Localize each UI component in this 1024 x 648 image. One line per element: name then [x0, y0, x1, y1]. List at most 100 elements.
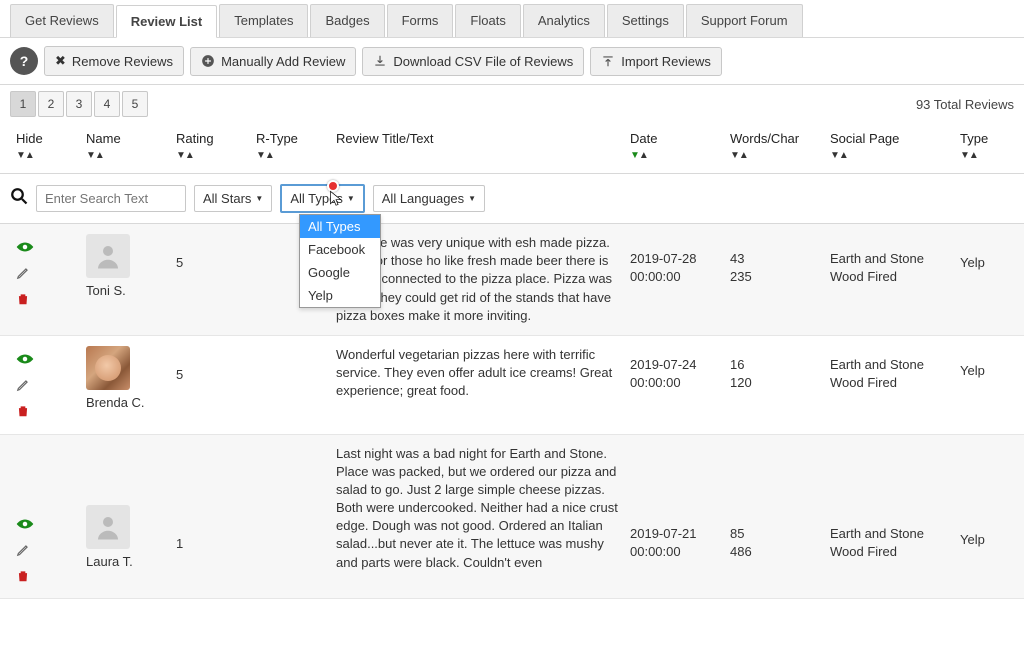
- tab-badges[interactable]: Badges: [310, 4, 384, 37]
- review-text: Wonderful vegetarian pizzas here with te…: [330, 346, 624, 401]
- rating-value: 5: [170, 234, 250, 272]
- col-hide[interactable]: Hide: [16, 131, 74, 146]
- word-count: 16: [730, 356, 818, 374]
- trash-icon[interactable]: [16, 292, 30, 312]
- col-words[interactable]: Words/Char: [730, 131, 818, 146]
- char-count: 486: [730, 543, 818, 561]
- eye-icon[interactable]: [16, 350, 34, 372]
- eye-icon[interactable]: [16, 515, 34, 537]
- review-type: Yelp: [954, 346, 1014, 380]
- sort-icon[interactable]: ▼▲: [960, 150, 1008, 161]
- add-review-button[interactable]: Manually Add Review: [190, 47, 356, 76]
- x-icon: ✖: [55, 53, 66, 69]
- filter-row: All Stars ▼ All Types ▼ All Languages ▼ …: [0, 174, 1024, 224]
- social-page: Earth and Stone Wood Fired: [824, 445, 954, 561]
- language-filter-label: All Languages: [382, 191, 464, 206]
- review-type: Yelp: [954, 234, 1014, 272]
- tab-review-list[interactable]: Review List: [116, 5, 218, 38]
- pencil-icon[interactable]: [16, 543, 30, 563]
- tab-floats[interactable]: Floats: [455, 4, 520, 37]
- toolbar: ? ✖ Remove Reviews Manually Add Review D…: [0, 38, 1024, 85]
- import-reviews-label: Import Reviews: [621, 54, 711, 69]
- avatar: [86, 505, 130, 549]
- col-title[interactable]: Review Title/Text: [336, 131, 618, 146]
- add-review-label: Manually Add Review: [221, 54, 345, 69]
- rtype-option-yelp[interactable]: Yelp: [300, 284, 380, 307]
- col-rtype[interactable]: R-Type: [256, 131, 324, 146]
- review-date: 2019-07-28 00:00:00: [624, 234, 724, 286]
- pencil-icon[interactable]: [16, 266, 30, 286]
- pencil-icon[interactable]: [16, 378, 30, 398]
- word-count: 43: [730, 250, 818, 268]
- chevron-down-icon: ▼: [347, 194, 355, 203]
- search-icon: [10, 187, 28, 210]
- language-filter-dropdown[interactable]: All Languages ▼: [373, 185, 485, 212]
- table-row: Laura T. 1 Last night was a bad night fo…: [0, 435, 1024, 600]
- page-1[interactable]: 1: [10, 91, 36, 117]
- sort-icon[interactable]: ▼▲: [830, 150, 948, 161]
- pager: 1 2 3 4 5: [10, 91, 148, 117]
- trash-icon[interactable]: [16, 404, 30, 424]
- remove-reviews-button[interactable]: ✖ Remove Reviews: [44, 46, 184, 76]
- table-row: Brenda C. 5 Wonderful vegetarian pizzas …: [0, 336, 1024, 435]
- pager-row: 1 2 3 4 5 93 Total Reviews: [0, 85, 1024, 123]
- download-icon: [373, 54, 387, 68]
- col-date[interactable]: Date: [630, 131, 718, 146]
- sort-icon[interactable]: ▼▲: [176, 150, 244, 161]
- table-row: Toni S. 5 his place was very unique with…: [0, 224, 1024, 336]
- sort-icon[interactable]: ▼▲: [730, 150, 818, 161]
- chevron-down-icon: ▼: [255, 194, 263, 203]
- main-tabs: Get Reviews Review List Templates Badges…: [0, 0, 1024, 38]
- search-input[interactable]: [36, 185, 186, 212]
- tab-get-reviews[interactable]: Get Reviews: [10, 4, 114, 37]
- page-5[interactable]: 5: [122, 91, 148, 117]
- rtype-option-google[interactable]: Google: [300, 261, 380, 284]
- eye-icon[interactable]: [16, 238, 34, 260]
- tab-templates[interactable]: Templates: [219, 4, 308, 37]
- total-reviews-text: 93 Total Reviews: [916, 97, 1014, 112]
- reviewer-name: Brenda C.: [86, 394, 164, 412]
- col-social[interactable]: Social Page: [830, 131, 948, 146]
- social-page: Earth and Stone Wood Fired: [824, 234, 954, 286]
- page-2[interactable]: 2: [38, 91, 64, 117]
- download-csv-label: Download CSV File of Reviews: [393, 54, 573, 69]
- rating-value: 1: [170, 445, 250, 553]
- chevron-down-icon: ▼: [468, 194, 476, 203]
- stars-filter-label: All Stars: [203, 191, 251, 206]
- sort-icon[interactable]: ▼▲: [86, 150, 164, 161]
- tab-settings[interactable]: Settings: [607, 4, 684, 37]
- download-csv-button[interactable]: Download CSV File of Reviews: [362, 47, 584, 76]
- sort-icon[interactable]: ▼▲: [256, 150, 324, 161]
- page-3[interactable]: 3: [66, 91, 92, 117]
- cursor-indicator: [327, 180, 339, 188]
- reviewer-name: Toni S.: [86, 282, 164, 300]
- char-count: 235: [730, 268, 818, 286]
- tab-analytics[interactable]: Analytics: [523, 4, 605, 37]
- trash-icon[interactable]: [16, 569, 30, 589]
- page-4[interactable]: 4: [94, 91, 120, 117]
- import-reviews-button[interactable]: Import Reviews: [590, 47, 722, 76]
- sort-icon[interactable]: ▼▲: [16, 150, 74, 161]
- upload-icon: [601, 54, 615, 68]
- rtype-filter-dropdown[interactable]: All Types ▼: [280, 184, 364, 213]
- rtype-option-all[interactable]: All Types: [300, 215, 380, 238]
- col-name[interactable]: Name: [86, 131, 164, 146]
- table-header: Hide ▼▲ Name ▼▲ Rating ▼▲ R-Type ▼▲ Revi…: [0, 123, 1024, 174]
- char-count: 120: [730, 374, 818, 392]
- tab-support-forum[interactable]: Support Forum: [686, 4, 803, 37]
- cursor-icon: [329, 190, 343, 208]
- social-page: Earth and Stone Wood Fired: [824, 346, 954, 392]
- review-type: Yelp: [954, 445, 1014, 549]
- sort-icon[interactable]: ▼▲: [630, 150, 718, 161]
- avatar: [86, 346, 130, 390]
- col-type[interactable]: Type: [960, 131, 1008, 146]
- remove-reviews-label: Remove Reviews: [72, 54, 173, 69]
- col-rating[interactable]: Rating: [176, 131, 244, 146]
- review-date: 2019-07-24 00:00:00: [624, 346, 724, 392]
- rtype-option-facebook[interactable]: Facebook: [300, 238, 380, 261]
- rating-value: 5: [170, 346, 250, 384]
- tab-forms[interactable]: Forms: [387, 4, 454, 37]
- help-button[interactable]: ?: [10, 47, 38, 75]
- stars-filter-dropdown[interactable]: All Stars ▼: [194, 185, 272, 212]
- word-count: 85: [730, 525, 818, 543]
